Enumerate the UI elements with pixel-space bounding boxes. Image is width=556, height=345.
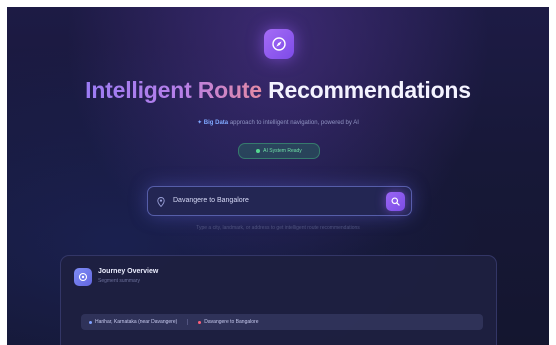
status-badge: AI System Ready: [238, 143, 320, 159]
route-divider: [187, 319, 189, 325]
destination-dot-icon: [198, 320, 202, 324]
route-destination-label: Davangere to Bangalore: [204, 319, 259, 325]
route-origin[interactable]: Harihar, Karnataka (near Davangere): [89, 319, 177, 325]
search-value[interactable]: Davangere to Bangalore: [173, 197, 249, 204]
route-destination[interactable]: Davangere to Bangalore: [198, 319, 258, 325]
journey-overview-card: Journey Overview Segment summary Harihar…: [60, 255, 497, 345]
route-icon: [74, 268, 92, 286]
page-title: Intelligent Route Recommendations: [7, 77, 549, 104]
page-title-highlight: Intelligent Route: [85, 77, 262, 103]
app-window: Intelligent Route Recommendations ✦ Big …: [7, 7, 549, 345]
location-pin-icon: [157, 197, 165, 207]
origin-dot-icon: [89, 320, 92, 324]
page-subtitle: ✦ Big Data approach to intelligent navig…: [7, 119, 549, 126]
search-hint: Type a city, landmark, or address to get…: [196, 225, 360, 231]
search-icon: [391, 197, 400, 206]
page-title-rest: Recommendations: [268, 77, 471, 103]
status-dot-icon: [256, 149, 261, 153]
subtitle-highlight: Big Data: [203, 120, 229, 126]
compass-icon: [264, 29, 294, 59]
route-summary-bar: Harihar, Karnataka (near Davangere) Dava…: [81, 314, 483, 330]
route-origin-label: Harihar, Karnataka (near Davangere): [95, 319, 178, 325]
overview-subtitle: Segment summary: [98, 278, 140, 284]
subtitle-text: approach to intelligent navigation, powe…: [229, 120, 359, 126]
sparkle-icon: ✦: [197, 120, 203, 126]
overview-title: Journey Overview: [98, 268, 159, 275]
status-label: AI System Ready: [263, 148, 302, 154]
search-input[interactable]: Davangere to Bangalore: [147, 186, 412, 216]
search-button[interactable]: [386, 192, 405, 211]
